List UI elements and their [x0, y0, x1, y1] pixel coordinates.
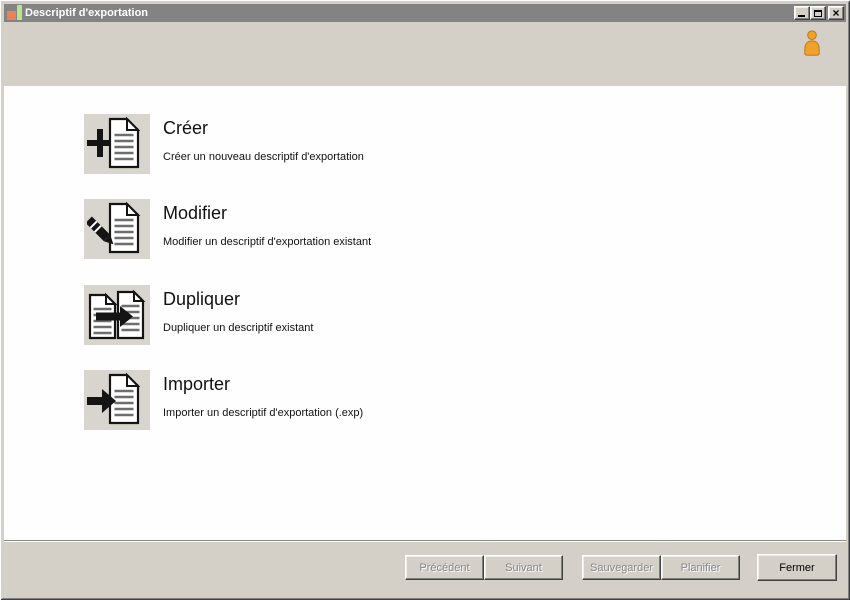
- maximize-icon: [814, 9, 822, 17]
- bar-chart-logo-icon: [7, 5, 22, 21]
- sauvegarder-button: Sauvegarder: [582, 555, 661, 580]
- document-plus-tile: [84, 114, 150, 174]
- minimize-button[interactable]: [794, 6, 810, 20]
- option-description: Modifier un descriptif d'exportation exi…: [163, 236, 372, 248]
- option-text: Dupliquer Dupliquer un descriptif exista…: [163, 285, 583, 345]
- planifier-button: Planifier: [661, 555, 740, 580]
- option-description: Créer un nouveau descriptif d'exportatio…: [163, 151, 364, 163]
- document-duplicate-tile: [84, 285, 150, 345]
- document-pencil-tile: [84, 199, 150, 259]
- footer-bar: Précédent Suivant Sauvegarder Planifier …: [4, 540, 846, 596]
- header-band: [4, 22, 846, 86]
- option-title: Dupliquer: [163, 289, 241, 309]
- dialog-window: Descriptif d'exportation × Créer Créer u…: [0, 0, 850, 600]
- option-description: Importer un descriptif d'exportation (.e…: [163, 407, 364, 419]
- option-text: Modifier Modifier un descriptif d'export…: [163, 199, 583, 259]
- option-text: Créer Créer un nouveau descriptif d'expo…: [163, 114, 583, 174]
- option-title: Créer: [163, 118, 209, 138]
- precedent-button: Précédent: [405, 555, 484, 580]
- minimize-icon: [798, 15, 805, 17]
- close-icon: ×: [832, 5, 840, 20]
- content-area: Créer Créer un nouveau descriptif d'expo…: [4, 86, 846, 540]
- person-icon: [804, 30, 820, 56]
- window-title: Descriptif d'exportation: [25, 7, 149, 19]
- option-text: Importer Importer un descriptif d'export…: [163, 370, 583, 430]
- window-controls: ×: [794, 6, 844, 20]
- document-import-icon: [87, 372, 141, 425]
- titlebar[interactable]: Descriptif d'exportation ×: [4, 4, 846, 22]
- document-plus-icon: [87, 116, 141, 169]
- close-button[interactable]: ×: [828, 6, 844, 20]
- document-duplicate-icon: [88, 289, 146, 340]
- option-title: Modifier: [163, 203, 228, 223]
- option-creer[interactable]: Créer Créer un nouveau descriptif d'expo…: [84, 114, 583, 174]
- logo-orange-bar: [7, 11, 16, 20]
- option-description: Dupliquer un descriptif existant: [163, 322, 314, 334]
- logo-green-bar: [17, 5, 22, 20]
- document-import-tile: [84, 370, 150, 430]
- option-title: Importer: [163, 374, 231, 394]
- option-importer[interactable]: Importer Importer un descriptif d'export…: [84, 370, 583, 430]
- fermer-button[interactable]: Fermer: [757, 554, 837, 581]
- maximize-button[interactable]: [810, 6, 826, 20]
- option-modifier[interactable]: Modifier Modifier un descriptif d'export…: [84, 199, 583, 259]
- suivant-button: Suivant: [484, 555, 563, 580]
- option-dupliquer[interactable]: Dupliquer Dupliquer un descriptif exista…: [84, 285, 583, 345]
- document-pencil-icon: [87, 201, 141, 254]
